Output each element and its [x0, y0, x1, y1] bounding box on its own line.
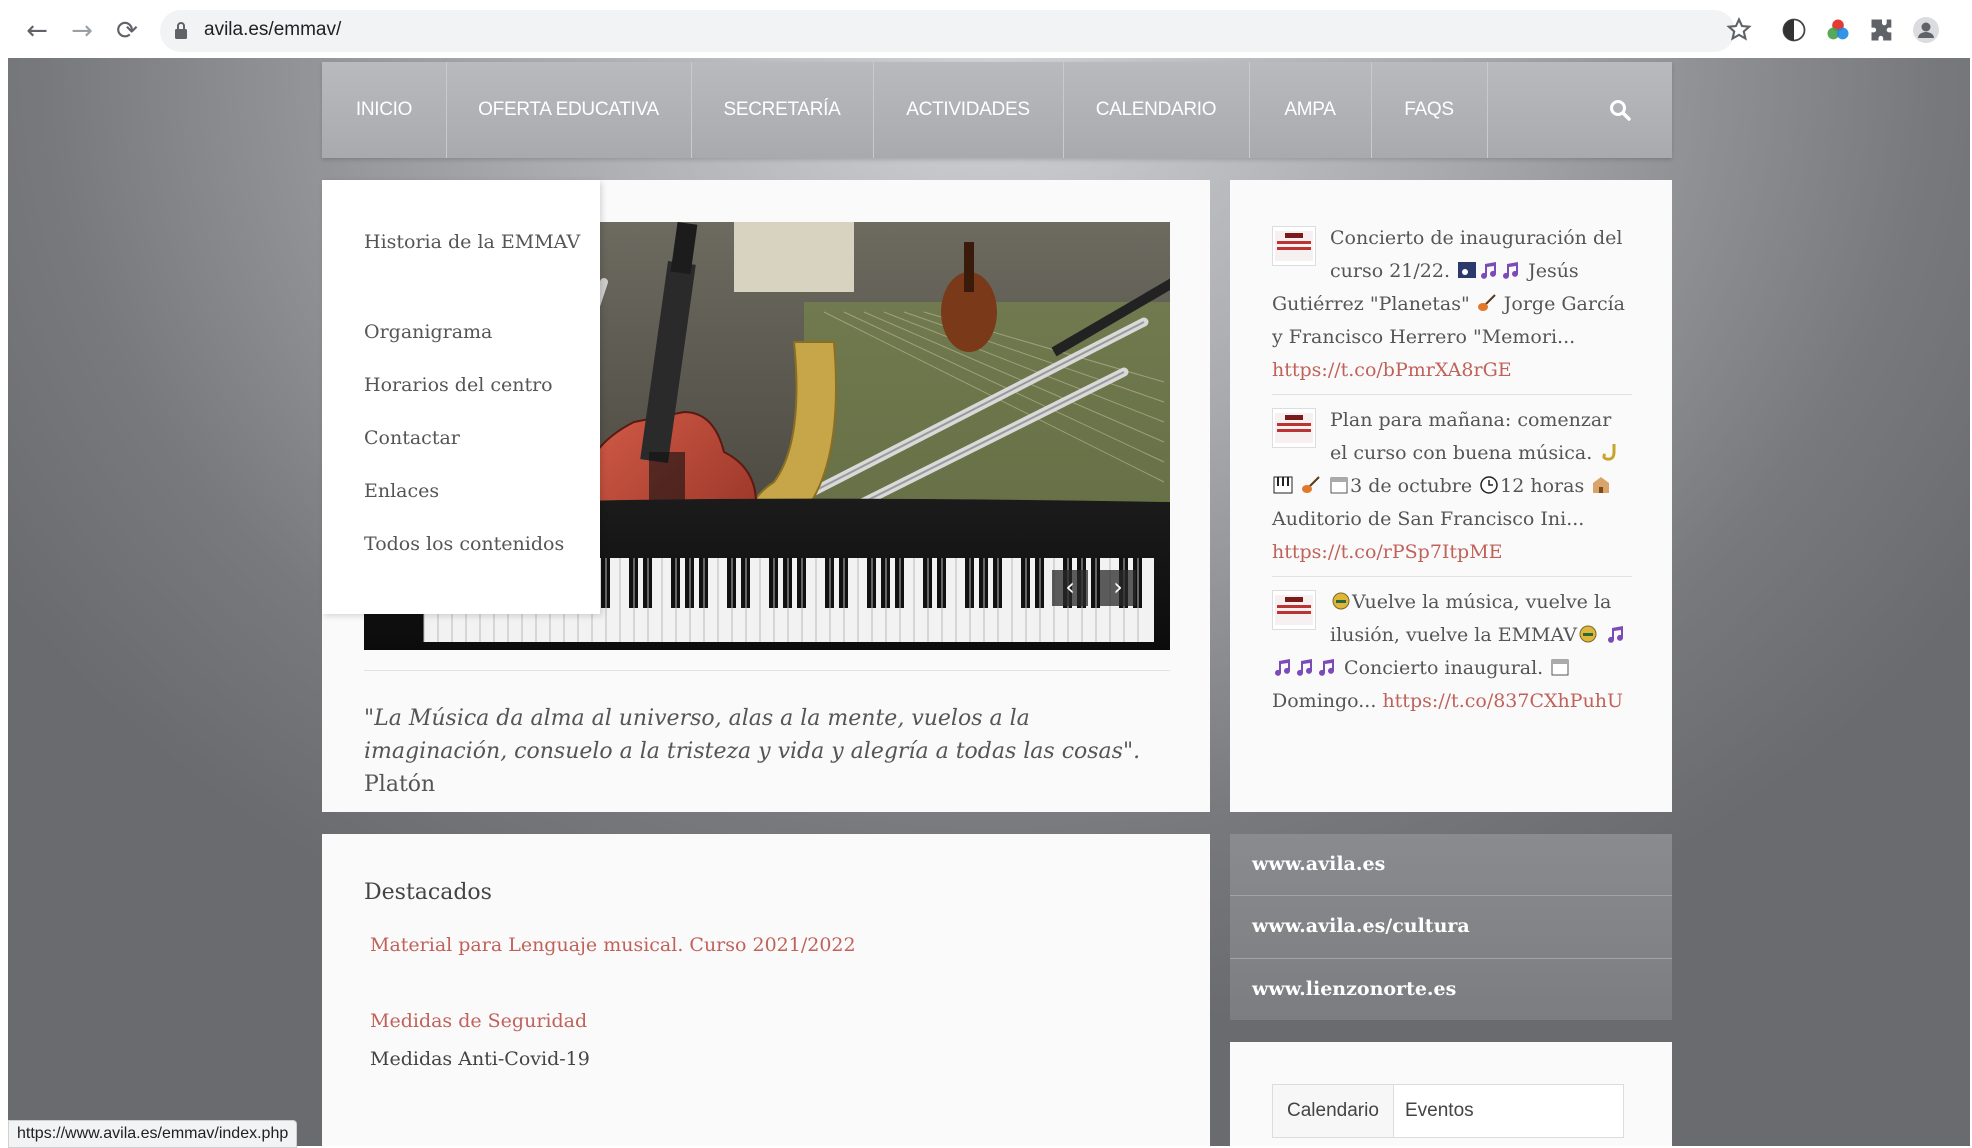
menu-item-actividades[interactable]: ACTIVIDADES: [873, 62, 1064, 158]
submenu-item-contactar[interactable]: Contactar: [364, 422, 594, 455]
slider-prev-button[interactable]: ‹: [1052, 570, 1088, 606]
address-bar[interactable]: [160, 10, 1735, 52]
guitar-icon: [1477, 294, 1496, 311]
smiley-icon: [1579, 625, 1597, 643]
tweet-text: Plan para mañana: comenzar el curso con …: [1330, 409, 1612, 464]
musical-score-icon: [1458, 262, 1477, 278]
quote-author: Platón: [364, 772, 436, 797]
divider: [364, 670, 1170, 671]
musical-notes-icon: [1608, 626, 1624, 643]
quote: "La Música da alma al universo, alas a l…: [364, 702, 1170, 801]
tweet-link[interactable]: https://t.co/bPmrXA8rGE: [1272, 359, 1512, 381]
tab-eventos[interactable]: Eventos: [1391, 1085, 1488, 1137]
forward-icon[interactable]: →: [65, 14, 99, 48]
tweet-item: Plan para mañana: comenzar el curso con …: [1272, 404, 1632, 569]
clock-icon: [1480, 476, 1498, 494]
musical-notes-icon: [1275, 659, 1290, 676]
guitar-icon: [1302, 476, 1320, 493]
musical-notes-icon: [1503, 262, 1519, 279]
bookmark-star-icon[interactable]: [1725, 16, 1753, 44]
calendar-icon: [1330, 477, 1348, 494]
twitter-avatar[interactable]: [1272, 226, 1316, 266]
tweet-text: 3 de octubre: [1350, 475, 1473, 497]
menu-item-ampa[interactable]: AMPA: [1249, 62, 1372, 158]
menu-item-faqs[interactable]: FAQS: [1371, 62, 1488, 158]
section-title: Destacados: [364, 880, 492, 905]
divider: [1230, 895, 1672, 896]
calendar-icon: [1551, 659, 1569, 676]
tweet-link[interactable]: https://t.co/rPSp7ItpME: [1272, 541, 1503, 563]
browser-toolbar: ← → ⟳ avila.es/emmav/: [0, 0, 1972, 58]
calendar-tabs: Calendario Eventos: [1272, 1084, 1624, 1138]
submenu-item-enlaces[interactable]: Enlaces: [364, 475, 594, 508]
tweet-item: Concierto de inauguración del curso 21/2…: [1272, 222, 1632, 387]
tweet-link[interactable]: https://t.co/837CXhPuhU: [1382, 690, 1623, 712]
submenu-item-todos-contenidos[interactable]: Todos los contenidos: [364, 528, 594, 561]
menu-item-calendario[interactable]: CALENDARIO: [1063, 62, 1250, 158]
tab-calendario[interactable]: Calendario: [1273, 1085, 1394, 1137]
smiley-icon: [1332, 592, 1350, 610]
menu-item-secretaria[interactable]: SECRETARÍA: [691, 62, 874, 158]
profile-icon[interactable]: [1912, 16, 1940, 44]
extensions-puzzle-icon[interactable]: [1868, 16, 1896, 44]
main-menu: INICIO OFERTA EDUCATIVA SECRETARÍA ACTIV…: [322, 62, 1672, 158]
lock-icon: [175, 22, 187, 39]
calendar-panel: Calendario Eventos: [1230, 1042, 1672, 1146]
submenu-item-horarios[interactable]: Horarios del centro: [364, 369, 594, 402]
reload-icon[interactable]: ⟳: [110, 14, 144, 48]
divider: [1272, 576, 1632, 577]
destacados-panel: Destacados Material para Lenguaje musica…: [322, 834, 1210, 1146]
slider-next-button[interactable]: ›: [1100, 570, 1136, 606]
divider: [1230, 958, 1672, 959]
twitter-avatar[interactable]: [1272, 590, 1316, 630]
external-links-panel: www.avila.es www.avila.es/cultura www.li…: [1230, 834, 1672, 1020]
musical-notes-icon: [1319, 659, 1334, 676]
tweet-text: Domingo...: [1272, 690, 1377, 712]
tweet-text: Vuelve la música, vuelve la ilusión, vue…: [1330, 591, 1612, 646]
color-extension-icon[interactable]: [1824, 16, 1852, 44]
destacado-link-seguridad[interactable]: Medidas de Seguridad: [370, 1010, 587, 1032]
twitter-avatar[interactable]: [1272, 408, 1316, 448]
external-link-avila[interactable]: www.avila.es: [1252, 853, 1385, 875]
divider: [1272, 394, 1632, 395]
status-bar-url: https://www.avila.es/emmav/index.php: [8, 1120, 298, 1148]
back-icon[interactable]: ←: [20, 14, 54, 48]
quote-text: "La Música da alma al universo, alas a l…: [364, 706, 1141, 764]
page-viewport: INICIO OFERTA EDUCATIVA SECRETARÍA ACTIV…: [8, 58, 1970, 1146]
tweet-text: Concierto inaugural.: [1344, 657, 1544, 679]
dark-mode-icon[interactable]: [1780, 16, 1808, 44]
main-content-panel: Historia de la EMMAV Organigrama Horario…: [322, 180, 1210, 812]
url-text[interactable]: avila.es/emmav/: [204, 19, 341, 41]
search-icon[interactable]: [1608, 98, 1632, 122]
musical-notes-icon: [1481, 262, 1497, 279]
musical-notes-icon: [1297, 659, 1312, 676]
submenu-item-historia[interactable]: Historia de la EMMAV: [364, 226, 594, 259]
piano-keys-icon: [1273, 476, 1293, 494]
tweet-text: 12 horas: [1500, 475, 1585, 497]
menu-item-inicio[interactable]: INICIO: [322, 62, 447, 158]
menu-item-oferta-educativa[interactable]: OFERTA EDUCATIVA: [446, 62, 692, 158]
destacado-link-material[interactable]: Material para Lenguaje musical. Curso 20…: [370, 934, 856, 956]
destacado-description: Medidas Anti-Covid-19: [370, 1048, 590, 1070]
twitter-feed-panel: Concierto de inauguración del curso 21/2…: [1230, 180, 1672, 812]
tweet-item: Vuelve la música, vuelve la ilusión, vue…: [1272, 586, 1632, 718]
external-link-cultura[interactable]: www.avila.es/cultura: [1252, 915, 1470, 937]
building-icon: [1593, 477, 1610, 493]
dropdown-submenu: Historia de la EMMAV Organigrama Horario…: [322, 180, 600, 614]
saxophone-icon: [1602, 444, 1616, 461]
tweet-text: Auditorio de San Francisco Ini...: [1272, 508, 1585, 530]
submenu-item-organigrama[interactable]: Organigrama: [364, 316, 594, 349]
external-link-lienzonorte[interactable]: www.lienzonorte.es: [1252, 978, 1456, 1000]
